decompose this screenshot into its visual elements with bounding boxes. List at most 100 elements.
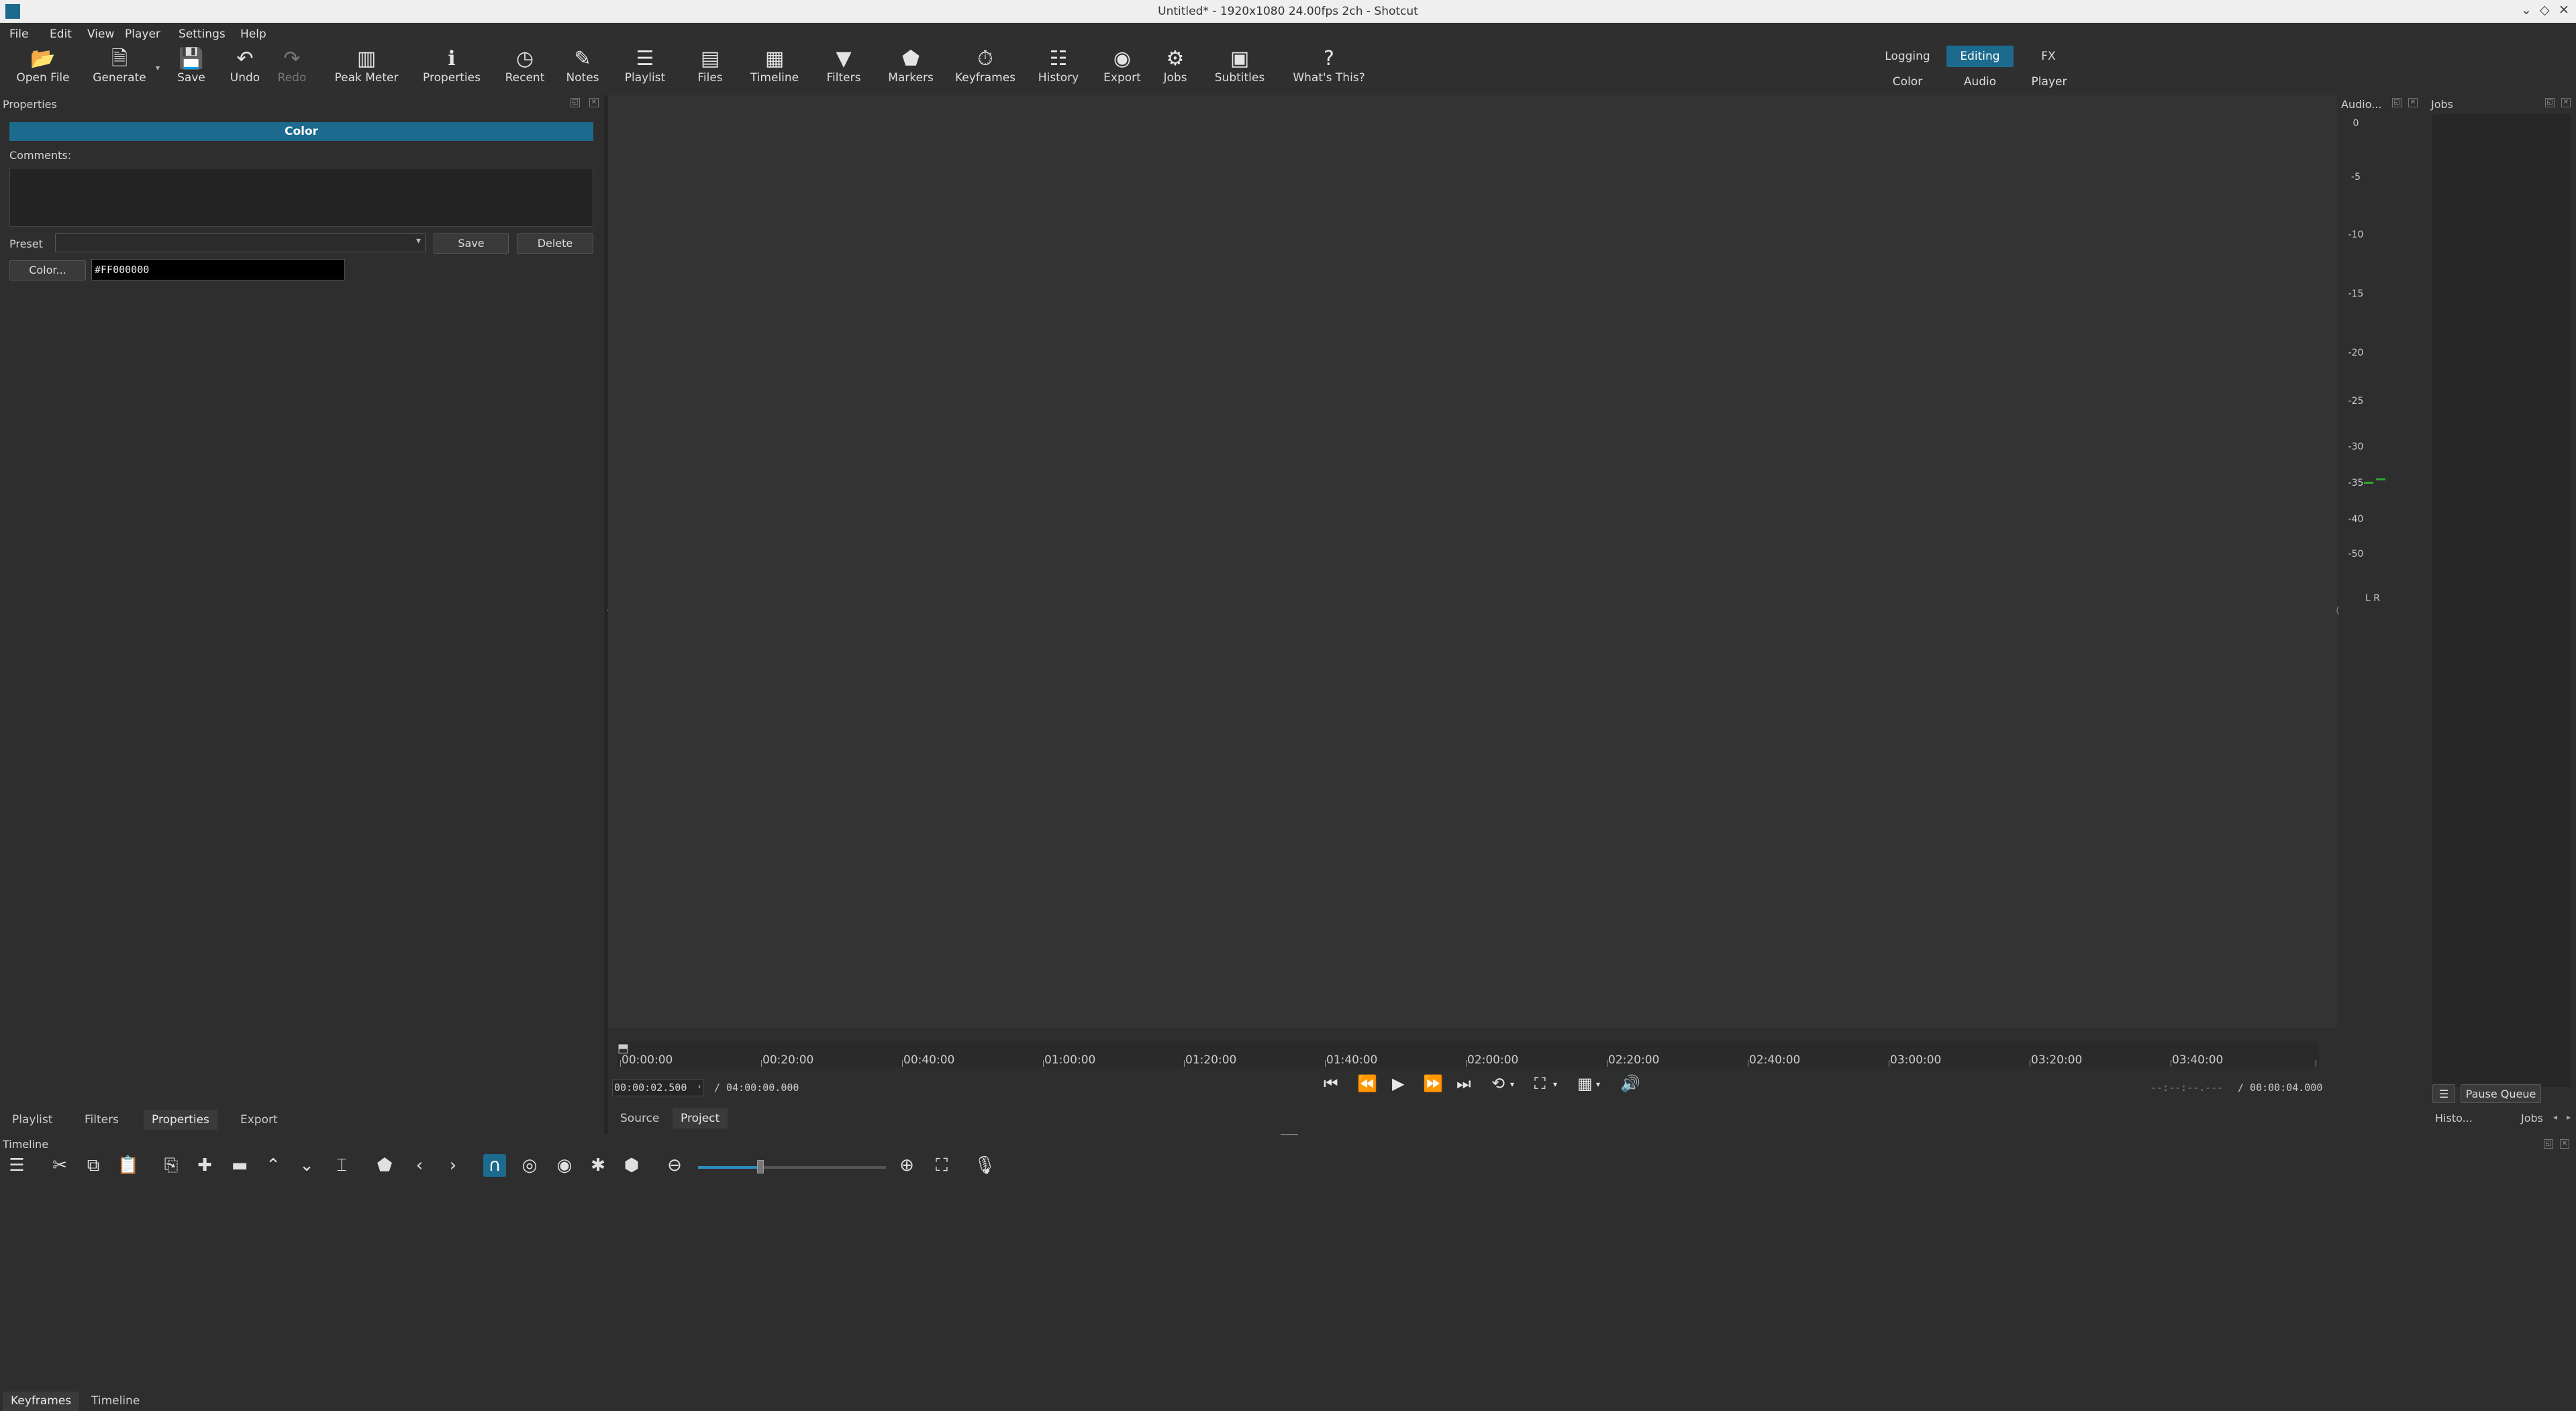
- files-button[interactable]: ▤ Files: [685, 47, 736, 93]
- close-icon[interactable]: ✕: [2560, 1139, 2569, 1149]
- tab-scroll-left-icon[interactable]: ◂: [2553, 1112, 2557, 1122]
- menu-edit[interactable]: Edit: [50, 28, 72, 41]
- play-icon[interactable]: ▶: [1392, 1074, 1404, 1093]
- append-icon[interactable]: ⎘: [160, 1154, 183, 1177]
- chevron-down-icon[interactable]: ▾: [1553, 1080, 1557, 1089]
- layout-audio[interactable]: Audio: [1946, 71, 2014, 93]
- float-icon[interactable]: ◱: [571, 98, 580, 107]
- volume-icon[interactable]: 🔊: [1620, 1074, 1640, 1093]
- layout-color[interactable]: Color: [1877, 71, 1938, 93]
- zoom-fit-icon[interactable]: ⛶: [1534, 1074, 1546, 1093]
- marker-icon[interactable]: ⬟: [373, 1154, 396, 1177]
- tab-playlist[interactable]: Playlist: [4, 1110, 60, 1130]
- preset-delete-button[interactable]: Delete: [517, 233, 593, 254]
- preset-dropdown[interactable]: ▾: [55, 233, 426, 252]
- color-value-field[interactable]: #FF000000: [91, 259, 345, 280]
- cut-icon[interactable]: ✂: [48, 1154, 71, 1177]
- jobs-menu-icon[interactable]: ☰: [2432, 1084, 2455, 1103]
- splitter-handle-icon[interactable]: [1281, 1134, 1298, 1135]
- scrub-icon[interactable]: ◎: [518, 1154, 541, 1177]
- time-ruler[interactable]: ⬒ 00:00:00 00:20:00 00:40:00 01:00:00 01…: [617, 1041, 2319, 1068]
- overwrite-icon[interactable]: ⌄: [295, 1154, 318, 1177]
- color-picker-button[interactable]: Color...: [9, 260, 86, 280]
- record-audio-icon[interactable]: 🎙: [973, 1154, 996, 1177]
- zoom-in-icon[interactable]: ⊕: [895, 1154, 918, 1177]
- maximize-icon[interactable]: ◇: [2540, 3, 2550, 17]
- layout-fx[interactable]: FX: [2027, 46, 2070, 67]
- subtitles-button[interactable]: ▣ Subtitles: [1204, 47, 1275, 93]
- export-button[interactable]: ◉ Export: [1095, 47, 1149, 93]
- grid-icon[interactable]: ▦: [1577, 1074, 1593, 1093]
- menu-player[interactable]: Player: [125, 28, 160, 41]
- jobs-button[interactable]: ⚙ Jobs: [1153, 47, 1197, 93]
- whats-this-button[interactable]: ? What's This?: [1282, 47, 1376, 93]
- tab-scroll-right-icon[interactable]: ▸: [2567, 1112, 2571, 1122]
- jobs-list[interactable]: [2432, 114, 2571, 1087]
- undo-button[interactable]: ↶ Undo: [221, 47, 268, 93]
- menu-settings[interactable]: Settings: [179, 28, 226, 41]
- pause-queue-button[interactable]: Pause Queue: [2461, 1084, 2541, 1103]
- tab-export[interactable]: Export: [232, 1110, 286, 1130]
- open-file-button[interactable]: 📂 Open File: [9, 47, 77, 93]
- zoom-out-icon[interactable]: ⊖: [663, 1154, 686, 1177]
- tab-history[interactable]: Histo...: [2427, 1108, 2481, 1129]
- loop-icon[interactable]: ⟲: [1491, 1074, 1505, 1093]
- keyframes-button[interactable]: ⏱ Keyframes: [949, 47, 1022, 93]
- preset-save-button[interactable]: Save: [434, 233, 509, 254]
- snap-magnet-icon[interactable]: ∩: [483, 1154, 506, 1177]
- zoom-slider-handle[interactable]: [757, 1160, 764, 1173]
- tab-filters[interactable]: Filters: [77, 1110, 127, 1130]
- tab-properties[interactable]: Properties: [144, 1110, 217, 1130]
- float-icon[interactable]: ◱: [2544, 1139, 2553, 1149]
- notes-button[interactable]: ✎ Notes: [557, 47, 608, 93]
- generate-menu-arrow-icon[interactable]: ▾: [156, 63, 160, 72]
- skip-previous-icon[interactable]: ⏮: [1324, 1074, 1338, 1093]
- split-icon[interactable]: ⌶: [330, 1154, 353, 1177]
- layout-logging[interactable]: Logging: [1877, 46, 1938, 67]
- peak-meter-button[interactable]: ▥ Peak Meter: [329, 47, 404, 93]
- tab-source[interactable]: Source: [612, 1108, 667, 1129]
- properties-button[interactable]: ℹ Properties: [409, 47, 494, 93]
- menu-help[interactable]: Help: [240, 28, 266, 41]
- float-icon[interactable]: ◱: [2392, 98, 2401, 107]
- layout-editing[interactable]: Editing: [1946, 46, 2014, 67]
- minimize-icon[interactable]: ⌄: [2521, 3, 2532, 17]
- close-icon[interactable]: ✕: [2408, 98, 2418, 107]
- chevron-down-icon[interactable]: ▾: [1510, 1080, 1514, 1089]
- timeline-menu-icon[interactable]: ☰: [5, 1154, 28, 1177]
- paste-icon[interactable]: 📋: [117, 1154, 140, 1177]
- fast-forward-icon[interactable]: ⏩: [1423, 1074, 1443, 1093]
- markers-button[interactable]: ⬟ Markers: [881, 47, 941, 93]
- tab-timeline[interactable]: Timeline: [83, 1392, 148, 1411]
- save-button[interactable]: 💾 Save: [168, 47, 215, 93]
- chevron-down-icon[interactable]: ▾: [1596, 1080, 1600, 1089]
- comments-textarea[interactable]: [9, 168, 593, 227]
- close-icon[interactable]: ✕: [2559, 3, 2569, 17]
- previous-marker-icon[interactable]: ‹: [408, 1154, 431, 1177]
- filters-button[interactable]: ▼ Filters: [815, 47, 873, 93]
- add-icon[interactable]: ✚: [193, 1154, 216, 1177]
- menu-view[interactable]: View: [87, 28, 114, 41]
- copy-icon[interactable]: ⧉: [82, 1154, 105, 1177]
- ripple-markers-icon[interactable]: ⬢: [620, 1154, 643, 1177]
- generate-button[interactable]: 🗎 Generate: [86, 47, 153, 93]
- tab-project[interactable]: Project: [673, 1108, 728, 1129]
- timeline-tracks-area[interactable]: [0, 1182, 2576, 1390]
- close-icon[interactable]: ✕: [2561, 98, 2571, 107]
- layout-player[interactable]: Player: [2020, 71, 2078, 93]
- playlist-button[interactable]: ☰ Playlist: [615, 47, 675, 93]
- lift-icon[interactable]: ⌃: [262, 1154, 285, 1177]
- remove-icon[interactable]: ▬: [228, 1154, 251, 1177]
- timeline-button[interactable]: ▦ Timeline: [742, 47, 807, 93]
- zoom-fit-icon[interactable]: ⛶: [930, 1154, 953, 1177]
- rewind-icon[interactable]: ⏪: [1357, 1074, 1377, 1093]
- skip-next-icon[interactable]: ⏭: [1456, 1074, 1471, 1093]
- recent-button[interactable]: ◷ Recent: [498, 47, 552, 93]
- ripple-icon[interactable]: ◉: [553, 1154, 576, 1177]
- redo-button[interactable]: ↷ Redo: [268, 47, 315, 93]
- history-button[interactable]: ☷ History: [1028, 47, 1089, 93]
- menu-file[interactable]: File: [9, 28, 28, 41]
- float-icon[interactable]: ◱: [2545, 98, 2555, 107]
- next-marker-icon[interactable]: ›: [442, 1154, 464, 1177]
- tab-keyframes[interactable]: Keyframes: [3, 1392, 80, 1411]
